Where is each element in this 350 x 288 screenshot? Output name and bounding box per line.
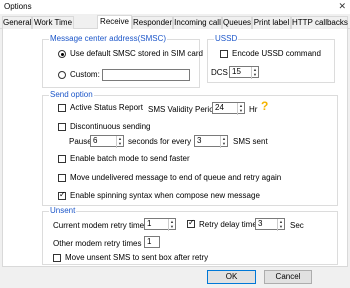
validity-label: SMS Validity Period	[148, 105, 219, 114]
tab-responder[interactable]: Responder	[132, 16, 173, 29]
move-undelivered-checkbox[interactable]	[58, 174, 66, 182]
other-retry-value: 1	[147, 237, 152, 246]
validity-value: 24	[215, 103, 224, 112]
encode-ussd-checkbox[interactable]	[220, 50, 228, 58]
spinning-syntax-checkbox[interactable]	[58, 190, 66, 200]
other-retry-label: Other modem retry times	[53, 239, 142, 248]
tab-incoming-call[interactable]: Incoming call	[173, 16, 222, 29]
dcs-spinner[interactable]: ▲ ▼	[251, 67, 258, 79]
options-window: Options ✕ General Work Time Receive Resp…	[0, 0, 350, 288]
tab-http-callbacks[interactable]: HTTP callbacks	[291, 16, 348, 29]
cancel-button[interactable]: Cancel	[264, 270, 312, 284]
dcs-label: DCS	[211, 68, 228, 77]
validity-input[interactable]: 24 ▲ ▼	[212, 102, 245, 115]
current-retry-input[interactable]: 1 ▲ ▼	[144, 218, 176, 231]
ussd-legend: USSD	[214, 34, 239, 43]
discontinuous-label: Discontinuous sending	[70, 122, 151, 131]
move-undelivered-label: Move undelivered message to end of queue…	[70, 173, 282, 182]
batch-mode-label: Enable batch mode to send faster	[70, 154, 190, 163]
custom-smsc-input[interactable]	[102, 69, 190, 81]
custom-smsc-radio[interactable]	[58, 71, 66, 79]
retry-delay-checkbox[interactable]	[187, 218, 195, 228]
message-center-legend: Message center address(SMSC)	[49, 34, 168, 43]
retry-delay-input[interactable]: 3 ▲ ▼	[255, 218, 285, 231]
spin-down-icon[interactable]: ▼	[169, 224, 175, 229]
seconds-label: seconds for every	[128, 137, 192, 146]
pause-spinner[interactable]: ▲ ▼	[116, 136, 123, 148]
pause-input[interactable]: 6 ▲ ▼	[90, 135, 124, 148]
sms-sent-label: SMS sent	[233, 137, 268, 146]
custom-smsc-label: Custom:	[70, 70, 100, 79]
unsent-group: Unsent Current modem retry times 1 ▲ ▼ R…	[42, 206, 338, 265]
encode-ussd-label: Encode USSD command	[232, 49, 321, 58]
retry-delay-spinner[interactable]: ▲ ▼	[277, 219, 284, 231]
receive-panel: Message center address(SMSC) Use default…	[2, 29, 348, 267]
ussd-group: USSD Encode USSD command DCS 15 ▲ ▼	[207, 34, 335, 83]
ok-button[interactable]: OK	[207, 270, 256, 284]
validity-unit: Hr	[249, 105, 258, 114]
unsent-legend: Unsent	[49, 206, 77, 215]
dcs-value: 15	[232, 67, 241, 76]
tab-bar: General Work Time Receive Responder Inco…	[0, 15, 350, 30]
move-unsent-checkbox[interactable]	[53, 254, 61, 262]
default-smsc-radio[interactable]	[58, 50, 66, 58]
window-title: Options	[4, 2, 32, 11]
other-retry-input[interactable]: 1	[144, 236, 160, 248]
tab-general[interactable]: General	[2, 16, 32, 29]
status-report-label: Active Status Report	[70, 103, 143, 112]
retry-delay-unit: Sec	[290, 221, 304, 230]
spin-down-icon[interactable]: ▼	[238, 108, 244, 113]
retry-delay-value: 3	[258, 219, 263, 228]
help-icon[interactable]: ?	[261, 99, 268, 113]
dcs-input[interactable]: 15 ▲ ▼	[229, 66, 259, 79]
pause-label: Pause	[69, 137, 92, 146]
batch-mode-checkbox[interactable]	[58, 155, 66, 163]
current-retry-spinner[interactable]: ▲ ▼	[168, 219, 175, 231]
spinning-syntax-label: Enable spinning syntax when compose new …	[70, 191, 260, 200]
close-icon[interactable]: ✕	[338, 1, 346, 12]
tab-receive[interactable]: Receive	[97, 15, 132, 30]
spin-down-icon[interactable]: ▼	[252, 72, 258, 77]
discontinuous-checkbox[interactable]	[58, 123, 66, 131]
default-smsc-label: Use default SMSC stored in SIM card	[70, 49, 203, 58]
pause-value: 6	[93, 136, 98, 145]
every-input[interactable]: 3 ▲ ▼	[194, 135, 228, 148]
move-unsent-label: Move unsent SMS to sent box after retry	[65, 253, 209, 262]
title-bar: Options ✕	[0, 0, 350, 14]
every-value: 3	[197, 136, 202, 145]
status-report-checkbox[interactable]	[58, 104, 66, 112]
current-retry-value: 1	[147, 219, 152, 228]
retry-delay-label: Retry delay time	[199, 220, 257, 229]
spin-down-icon[interactable]: ▼	[117, 141, 123, 146]
spin-down-icon[interactable]: ▼	[278, 224, 284, 229]
every-spinner[interactable]: ▲ ▼	[220, 136, 227, 148]
send-option-legend: Send option	[49, 90, 94, 99]
tab-queues[interactable]: Queues	[222, 16, 252, 29]
spin-down-icon[interactable]: ▼	[221, 141, 227, 146]
current-retry-label: Current modem retry times	[53, 221, 149, 230]
validity-spinner[interactable]: ▲ ▼	[237, 103, 244, 115]
message-center-group: Message center address(SMSC) Use default…	[42, 34, 203, 88]
send-option-group: Send option Active Status Report SMS Val…	[42, 90, 338, 206]
tab-print-label[interactable]: Print label	[252, 16, 291, 29]
tab-work-time[interactable]: Work Time	[32, 16, 74, 29]
